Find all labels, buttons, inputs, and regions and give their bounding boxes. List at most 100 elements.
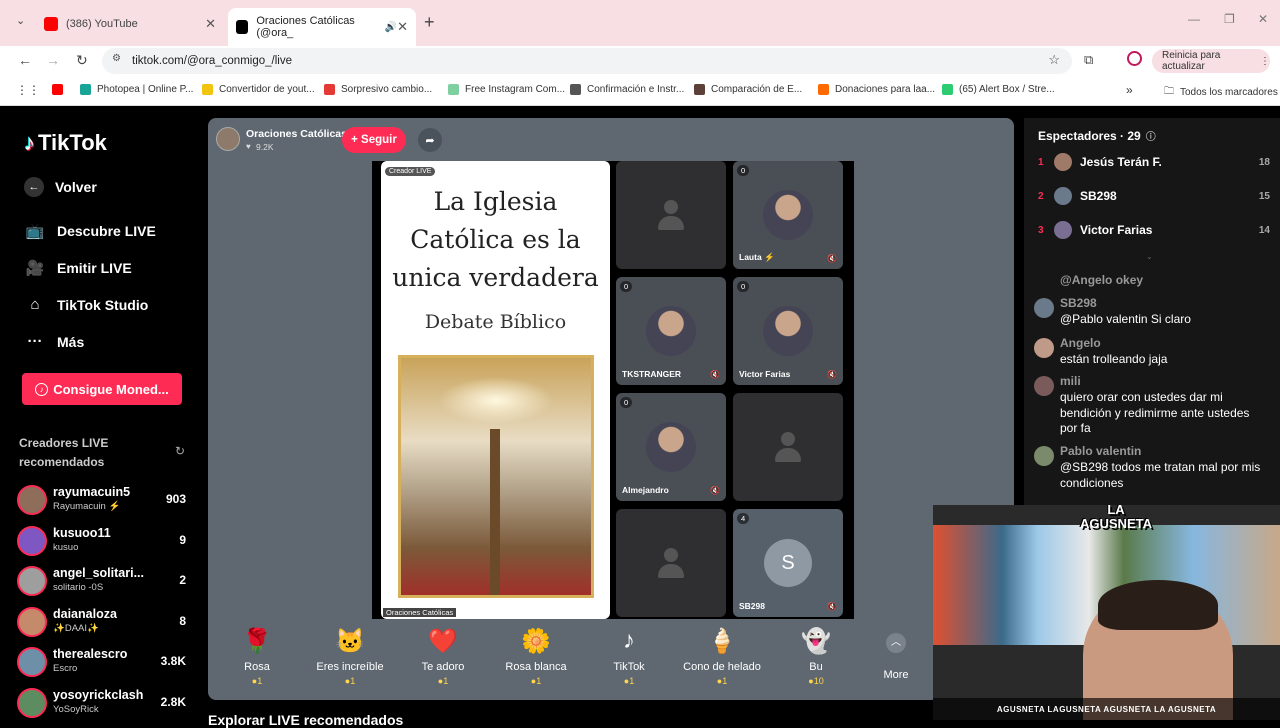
nav-more[interactable]: ··· Más [24,333,85,350]
maximize-button[interactable]: ❐ [1224,12,1235,26]
creator-item[interactable]: therealescro Escro 3.8K [17,645,192,679]
creator-subtitle: solitario -0S [53,582,104,593]
minimize-button[interactable]: — [1188,12,1200,26]
creator-subtitle: ✨DAAI✨ [53,622,99,634]
follow-button[interactable]: + Seguir [342,127,406,153]
viewers-title: Espectadores · 29 ⓘ [1038,128,1156,144]
extensions-icon[interactable]: ⧉ [1084,52,1093,68]
bookmark-item[interactable]: Convertidor de yout... [202,84,315,95]
url-input[interactable]: ⚙ tiktok.com/@ora_conmigo_/live ☆ [102,48,1072,74]
creator-item[interactable]: daianaloza ✨DAAI✨ 8 [17,605,192,639]
chat-user: mili [1060,374,1081,388]
menu-icon[interactable]: ⋮ [1260,56,1270,67]
apps-icon[interactable]: ⋮⋮ [16,83,40,97]
site-info-icon[interactable]: ⚙ [112,53,121,64]
guest-tile[interactable]: 0 Victor Farias 🔇 [733,277,843,385]
gift-item[interactable]: 🌼 Rosa blanca ●1 [496,627,576,686]
reload-icon[interactable]: ↻ [76,52,88,69]
creator-item[interactable]: yosoyrickclash YoSoyRick 2.8K [17,686,192,720]
creator-name: kusuoo11 [53,525,111,540]
guest-avatar [763,190,813,240]
nav-go-live[interactable]: 🎥 Emitir LIVE [24,259,132,277]
viewer-count: 3.8K [160,654,186,668]
guest-name: Almejandro [622,485,669,495]
viewer-name: Jesús Terán F. [1080,155,1162,169]
bookmark-item[interactable] [52,84,69,95]
get-coins-button[interactable]: ♪ Consigue Moned... [22,373,182,405]
score-badge: 0 [620,281,633,292]
bookmark-item[interactable]: Confirmación e Instr... [570,84,684,95]
all-bookmarks[interactable]: 🗀 Todos los marcadores [1164,84,1278,101]
back-icon[interactable]: ← [18,52,32,68]
tab-tiktok[interactable]: Oraciones Católicas (@ora_ 🔊 ✕ [228,8,416,46]
viewer-item[interactable]: 3 Victor Farias 14 [1038,219,1270,241]
bookmark-star-icon[interactable]: ☆ [1048,52,1060,68]
guest-name: SB298 [739,601,765,611]
gift-item[interactable]: 🍦 Cono de helado ●1 [682,627,762,686]
chat-user: Pablo valentin [1060,444,1142,458]
recommended-title: Creadores LIVE recomendados [19,436,109,469]
creator-item[interactable]: kusuoo11 kusuo 9 [17,524,192,558]
creator-name: rayumacuin5 [53,485,131,499]
viewer-item[interactable]: 2 SB298 15 [1038,185,1270,207]
viewer-count: 903 [165,492,186,506]
guest-tile[interactable]: 0 TKSTRANGER 🔇 [616,277,726,385]
tiktok-logo[interactable]: ♪ TikTok [24,130,107,156]
gift-cost: ●1 [217,676,297,686]
creator-item[interactable]: rayumacuin5 Rayumacuin ⚡ 903 [17,483,192,517]
tab-youtube[interactable]: (386) YouTube ✕ [36,8,224,40]
bookmark-item[interactable]: Comparación de E... [694,84,802,95]
bookmark-item[interactable]: Donaciones para laa... [818,84,935,95]
bookmark-label: Comparación de E... [711,84,803,95]
gift-item[interactable]: 👻 Bu ●10 [776,627,856,686]
gift-item[interactable]: 🐱 Eres increíble ●1 [310,627,390,686]
nav-discover-live[interactable]: 📺 Descubre LIVE [24,222,156,240]
host-likes: 9.2K [256,142,274,152]
tab-title: (386) YouTube [66,18,138,30]
bookmarks-overflow-icon[interactable]: » [1126,83,1133,97]
nav-tiktok-studio[interactable]: ⌂ TikTok Studio [24,296,148,313]
bookmark-item[interactable]: Free Instagram Com... [448,84,565,95]
guest-tile[interactable] [616,509,726,617]
info-icon[interactable]: ⓘ [1146,128,1156,143]
avatar [1054,221,1072,239]
presentation-slide: Creador LIVE La Iglesia Católica es la u… [381,161,610,619]
creator-item[interactable]: angel_solitari... solitario -0S 2 [17,564,192,598]
back-button[interactable]: ← Volver [24,177,97,197]
collapse-icon[interactable]: ⌄ [1146,252,1153,261]
tiktok-note-icon: ♪ [24,130,35,155]
guest-tile[interactable]: 0 Almejandro 🔇 [616,393,726,501]
gift-icon: 🌹 [242,628,272,655]
new-tab-button[interactable]: + [424,12,435,33]
speaker-icon[interactable]: 🔊 [385,22,397,33]
update-button[interactable]: Reinicia para actualizar ⋮ [1152,49,1270,73]
bookmark-item[interactable]: Photopea | Online P... [80,84,193,95]
guest-tile[interactable]: 0 Lauta ⚡ 🔇 [733,161,843,269]
guest-tile[interactable]: S 4 SB298 🔇 [733,509,843,617]
close-window-button[interactable]: ✕ [1258,12,1268,26]
gift-item[interactable]: ❤️ Te adoro ●1 [403,627,483,686]
profile-icon[interactable] [1127,51,1142,66]
bookmark-favicon-icon [202,84,213,95]
bookmark-label: (65) Alert Box / Stre... [959,84,1055,95]
share-icon[interactable]: ➦ [418,128,442,152]
viewer-count: 9 [179,532,186,547]
gift-cost: ●10 [776,676,856,686]
viewer-score: 18 [1258,156,1270,168]
close-icon[interactable]: ✕ [205,16,216,32]
guest-tile[interactable] [616,161,726,269]
viewer-item[interactable]: 1 Jesús Terán F. 18 [1038,151,1270,173]
guest-initial-avatar: S [764,539,812,587]
bookmark-item[interactable]: (65) Alert Box / Stre... [942,84,1055,95]
forward-icon[interactable]: → [46,52,60,68]
gift-item[interactable]: 🌹 Rosa ●1 [217,627,297,686]
bookmark-label: Confirmación e Instr... [587,84,685,95]
gifts-more-button[interactable]: ︿ More [876,632,916,681]
tab-search-icon[interactable]: ⌄ [16,14,25,27]
viewer-score: 15 [1258,190,1270,202]
refresh-icon[interactable]: ↻ [175,444,185,458]
gift-item[interactable]: ♪ TikTok ●1 [589,627,669,686]
close-icon[interactable]: ✕ [397,19,408,35]
guest-tile[interactable] [733,393,843,501]
bookmark-item[interactable]: Sorpresivo cambio... [324,84,432,95]
